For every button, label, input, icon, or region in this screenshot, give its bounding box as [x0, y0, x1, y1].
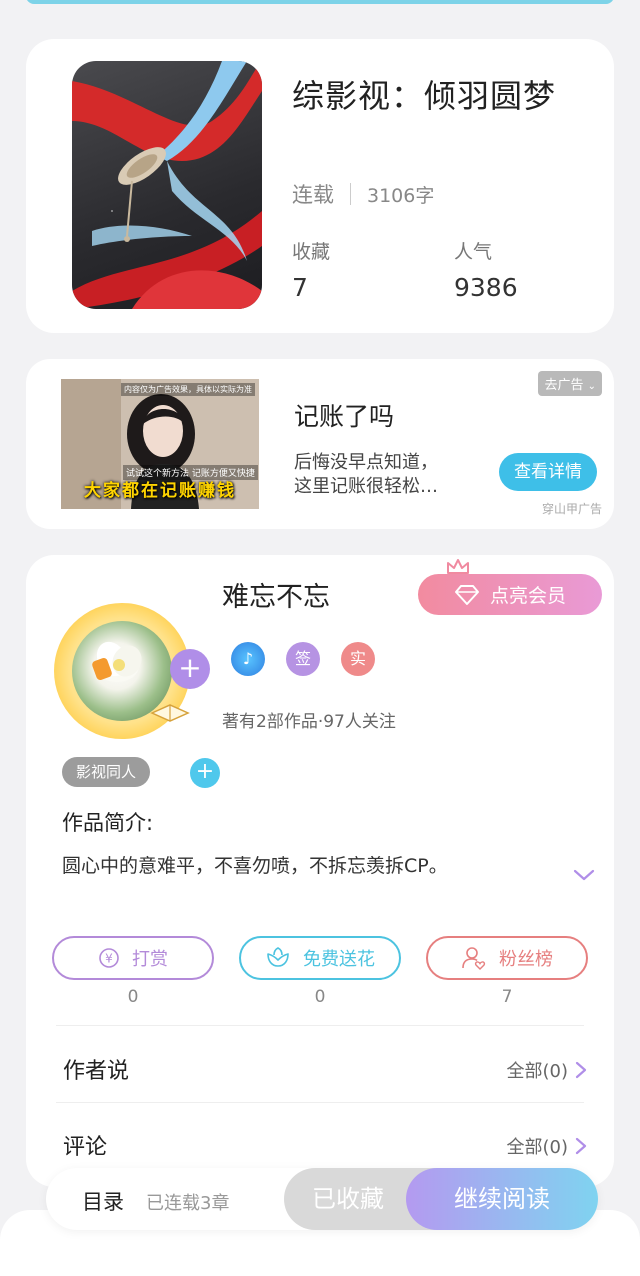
ad-card[interactable]: 内容仅为广告效果，具体以实际为准 试试这个新方法 记账方便又快捷 大家都在记账赚… [26, 359, 614, 529]
remove-ad-button[interactable]: 去广告 ⌄ [538, 371, 602, 396]
divider [56, 1102, 584, 1103]
view-details-button[interactable]: 查看详情 [499, 453, 597, 491]
serial-status: 连载 [292, 183, 334, 207]
book-cover[interactable] [72, 61, 262, 309]
author-say-more[interactable]: 全部(0) [507, 1057, 589, 1083]
popularity-value: 9386 [454, 273, 518, 302]
genre-tag[interactable]: 影视同人 [62, 757, 151, 787]
ad-image[interactable]: 内容仅为广告效果，具体以实际为准 试试这个新方法 记账方便又快捷 大家都在记账赚… [61, 379, 259, 509]
ad-source-label: 穿山甲广告 [541, 502, 602, 516]
tip-label: 打赏 [132, 949, 168, 970]
author-stats: 著有2部作品·97人关注 [222, 712, 396, 732]
svg-text:¥: ¥ [105, 952, 113, 966]
table-of-contents-button[interactable]: 目录 [82, 1186, 124, 1216]
continue-reading-button[interactable]: 继续阅读 [406, 1168, 598, 1230]
book-title: 综影视：倾羽圆梦 [292, 77, 557, 115]
cover-art [72, 61, 262, 309]
comments-title[interactable]: 评论 [63, 1129, 107, 1161]
tip-button[interactable]: ¥ 打赏 [52, 936, 214, 980]
book-decoration-icon [150, 704, 190, 722]
intro-text: 圆心中的意难平，不喜勿喷，不拆忘羡拆CP。 [62, 855, 448, 877]
fan-count: 7 [501, 987, 513, 1007]
ad-description: 后悔没早点知道， 这里记账很轻松… [294, 451, 474, 499]
intro-label: 作品简介: [62, 811, 154, 835]
chevron-right-icon [575, 1137, 587, 1155]
author-card: + 难忘不忘 点亮会员 ♪ 签 实 著有2部作品·97人关注 影视同人 + 作品… [26, 555, 614, 1187]
comments-more-label: 全部(0) [506, 1137, 569, 1158]
chevron-down-icon: ⌄ [587, 381, 596, 392]
author-name[interactable]: 难忘不忘 [222, 575, 330, 614]
author-say-more-label: 全部(0) [506, 1061, 569, 1082]
chevron-right-icon [575, 1061, 587, 1079]
yen-coin-icon: ¥ [99, 948, 119, 968]
vip-label: 点亮会员 [489, 585, 566, 607]
diamond-icon [454, 584, 479, 605]
book-info-card: 综影视：倾羽圆梦 连载 3106字 收藏 7 人气 9386 [26, 39, 614, 333]
verified-badge[interactable]: 实 [341, 642, 375, 676]
favorites-value: 7 [292, 273, 308, 302]
tip-count: 0 [127, 987, 139, 1007]
flower-count: 0 [314, 987, 326, 1007]
comments-more[interactable]: 全部(0) [507, 1133, 589, 1159]
collected-label: 已收藏 [312, 1185, 384, 1213]
remove-ad-label: 去广告 [544, 378, 584, 393]
music-badge-icon[interactable]: ♪ [231, 642, 265, 676]
book-status-row: 连载 3106字 [292, 179, 434, 209]
chapter-count: 已连载3章 [146, 1193, 230, 1214]
free-flower-label: 免费送花 [303, 949, 375, 970]
author-say-title[interactable]: 作者说 [63, 1053, 129, 1085]
top-strip [26, 0, 614, 4]
ad-title: 记账了吗 [294, 402, 395, 431]
status-divider [350, 183, 351, 205]
fan-ranking-button[interactable]: 粉丝榜 [426, 936, 588, 980]
popularity-label: 人气 [454, 241, 493, 263]
author-avatar[interactable]: + [54, 603, 210, 739]
ad-desc-line-2: 这里记账很轻松… [294, 476, 438, 497]
signed-badge[interactable]: 签 [286, 642, 320, 676]
word-count: 3106字 [367, 184, 435, 207]
free-flower-button[interactable]: 免费送花 [239, 936, 401, 980]
vip-membership-button[interactable]: 点亮会员 [418, 574, 602, 615]
expand-chevron-icon[interactable] [572, 867, 596, 883]
follow-plus-button[interactable]: + [170, 649, 210, 689]
divider [56, 1025, 584, 1026]
bottom-action-bar: 目录 已连载3章 已收藏 继续阅读 [46, 1168, 598, 1230]
add-tag-button[interactable]: + [190, 758, 220, 788]
fan-user-icon [462, 947, 486, 970]
ad-image-caption: 大家都在记账赚钱 [84, 481, 236, 501]
ad-image-top-caption: 内容仅为广告效果，具体以实际为准 [121, 383, 255, 396]
favorites-label: 收藏 [292, 241, 331, 263]
ad-desc-line-1: 后悔没早点知道， [294, 452, 438, 473]
flower-outline-icon [267, 947, 289, 967]
fan-ranking-label: 粉丝榜 [499, 949, 553, 970]
